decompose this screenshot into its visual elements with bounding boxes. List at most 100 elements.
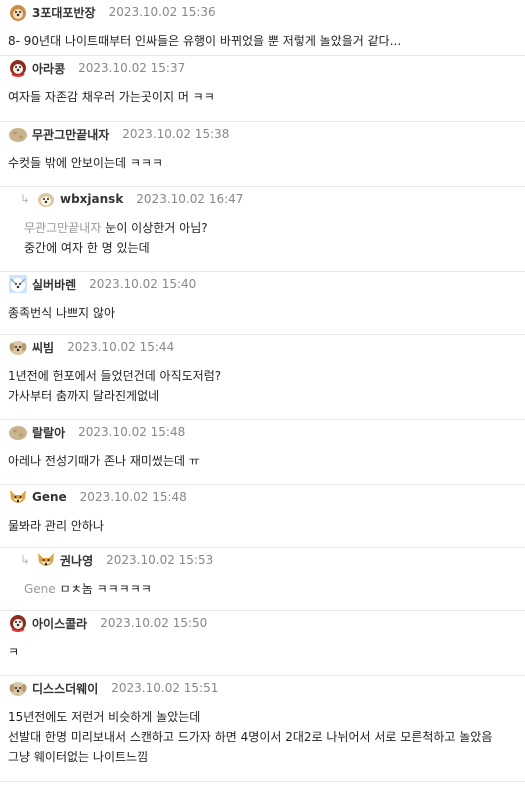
- avatar-icon[interactable]: [8, 487, 28, 507]
- comment-header: 실버바렌 2023.10.02 15:40: [8, 272, 517, 295]
- comment-nickname[interactable]: 씨빔: [32, 339, 54, 356]
- comment-text-line: 종족번식 나쁘지 않아: [8, 303, 517, 323]
- comment-body: 물봐라 관리 안하나: [8, 516, 517, 536]
- reply-comment: ↳ wbxjansk 2023.10.02 16:47 무관그만끝내자 눈이 이상한거 …: [0, 187, 525, 272]
- avatar-icon[interactable]: [8, 2, 28, 22]
- comment: 디스스더웨이 2023.10.02 15:51 15년전에도 저런거 비슷하게 놀았…: [0, 676, 525, 782]
- comment-nickname[interactable]: wbxjansk: [60, 192, 123, 206]
- comment: 아라콩 2023.10.02 15:37 여자들 자존감 채우러 가는곳이지 머 ㅋ…: [0, 56, 525, 122]
- comment-date: 2023.10.02 15:37: [78, 61, 186, 75]
- avatar-icon[interactable]: [8, 58, 28, 78]
- comment-body: 아레나 전성기때가 존나 재미썼는데 ㅠ: [8, 451, 517, 471]
- avatar-icon[interactable]: [8, 124, 28, 144]
- comment-text: 1년전에 헌포에서 들었던건데 아직도저럼?: [8, 369, 222, 383]
- avatar-icon[interactable]: [8, 274, 28, 294]
- comment-body: 여자들 자존감 채우러 가는곳이지 머 ㅋㅋ: [8, 87, 517, 107]
- comment-nickname[interactable]: 아이스콜라: [32, 615, 87, 632]
- comment-date: 2023.10.02 15:48: [78, 425, 186, 439]
- comment-text-line: 선발대 한명 미리보내서 스캔하고 드가자 하면 4명이서 2대2로 나뉘어서 …: [8, 727, 517, 747]
- comment-header: Gene 2023.10.02 15:48: [8, 485, 517, 508]
- comment-nickname[interactable]: Gene: [32, 490, 67, 504]
- comment-text-line: 수컷들 밖에 안보이는데 ㅋㅋㅋ: [8, 153, 517, 173]
- avatar-icon[interactable]: [8, 678, 28, 698]
- comment: 랄랄아 2023.10.02 15:48 아레나 전성기때가 존나 재미썼는데 ㅠ: [0, 420, 525, 485]
- comment-body: Gene ㅁㅊ놈 ㅋㅋㅋㅋㅋ: [20, 579, 517, 599]
- comment-body: 수컷들 밖에 안보이는데 ㅋㅋㅋ: [8, 153, 517, 173]
- comment-date: 2023.10.02 15:48: [79, 490, 187, 504]
- reply-arrow-icon: ↳: [20, 553, 31, 567]
- comment-nickname[interactable]: 랄랄아: [32, 424, 65, 441]
- comment-text: 가사부터 춤까지 달라진게없네: [8, 389, 160, 403]
- comment-date: 2023.10.02 15:38: [122, 127, 230, 141]
- comment-text-line: 그냥 웨이터없는 나이트느낌: [8, 747, 517, 767]
- comment-text: ㅋ: [8, 645, 20, 659]
- comment-date: 2023.10.02 15:51: [111, 681, 219, 695]
- comment-text-line: Gene ㅁㅊ놈 ㅋㅋㅋㅋㅋ: [24, 579, 517, 599]
- comment-text: 선발대 한명 미리보내서 스캔하고 드가자 하면 4명이서 2대2로 나뉘어서 …: [8, 730, 493, 744]
- comment-nickname[interactable]: 권나영: [60, 552, 93, 569]
- comment-text-line: 아레나 전성기때가 존나 재미썼는데 ㅠ: [8, 451, 517, 471]
- comment-nickname[interactable]: 디스스더웨이: [32, 680, 98, 697]
- comment-nickname[interactable]: 아라콩: [32, 60, 65, 77]
- comment-text-line: 8- 90년대 나이트때부터 인싸들은 유행이 바뀌었을 뿐 저렇게 놀았을거 …: [8, 31, 517, 51]
- comment-text-line: 15년전에도 저런거 비슷하게 놀았는데: [8, 707, 517, 727]
- comment-header: 3포대포반장 2023.10.02 15:36: [8, 0, 517, 23]
- comment-text: 눈이 이상한거 아님?: [105, 221, 208, 235]
- comment-list: 3포대포반장 2023.10.02 15:36 8- 90년대 나이트때부터 인싸들…: [0, 0, 525, 782]
- comment-body: 종족번식 나쁘지 않아: [8, 303, 517, 323]
- comment-header: ↳ 권나영 2023.10.02 15:53: [20, 548, 517, 571]
- comment-text: 여자들 자존감 채우러 가는곳이지 머 ㅋㅋ: [8, 90, 215, 104]
- comment: 실버바렌 2023.10.02 15:40 종족번식 나쁘지 않아: [0, 272, 525, 335]
- comment-date: 2023.10.02 15:44: [67, 340, 175, 354]
- avatar-icon[interactable]: [8, 422, 28, 442]
- comment-header: 랄랄아 2023.10.02 15:48: [8, 420, 517, 443]
- comment-date: 2023.10.02 15:40: [89, 277, 197, 291]
- comment-text: 중간에 여자 한 명 있는데: [24, 241, 150, 255]
- comment-text-line: 무관그만끝내자 눈이 이상한거 아님?: [24, 218, 517, 238]
- comment-text: 8- 90년대 나이트때부터 인싸들은 유행이 바뀌었을 뿐 저렇게 놀았을거 …: [8, 34, 402, 48]
- comment-header: 아이스콜라 2023.10.02 15:50: [8, 611, 517, 634]
- comment-header: 씨빔 2023.10.02 15:44: [8, 335, 517, 358]
- comment-date: 2023.10.02 16:47: [136, 192, 244, 206]
- comment-text: 수컷들 밖에 안보이는데 ㅋㅋㅋ: [8, 156, 163, 170]
- comment-header: ↳ wbxjansk 2023.10.02 16:47: [20, 187, 517, 210]
- reply-arrow-icon: ↳: [20, 192, 31, 206]
- mention-nickname[interactable]: Gene: [24, 582, 56, 596]
- comment-text-line: 가사부터 춤까지 달라진게없네: [8, 386, 517, 406]
- mention-nickname[interactable]: 무관그만끝내자: [24, 221, 101, 235]
- comment-nickname[interactable]: 무관그만끝내자: [32, 126, 109, 143]
- comment-nickname[interactable]: 3포대포반장: [32, 4, 96, 21]
- comment-text: 물봐라 관리 안하나: [8, 519, 104, 533]
- comment-text-line: ㅋ: [8, 642, 517, 662]
- comment-header: 무관그만끝내자 2023.10.02 15:38: [8, 122, 517, 145]
- comment-date: 2023.10.02 15:53: [106, 553, 214, 567]
- comment: Gene 2023.10.02 15:48 물봐라 관리 안하나: [0, 485, 525, 548]
- avatar-icon[interactable]: [36, 189, 56, 209]
- comment-text-line: 1년전에 헌포에서 들었던건데 아직도저럼?: [8, 366, 517, 386]
- comment-body: 8- 90년대 나이트때부터 인싸들은 유행이 바뀌었을 뿐 저렇게 놀았을거 …: [8, 31, 517, 51]
- comment-text: 15년전에도 저런거 비슷하게 놀았는데: [8, 710, 201, 724]
- comment-text: ㅁㅊ놈 ㅋㅋㅋㅋㅋ: [59, 582, 152, 596]
- avatar-icon[interactable]: [8, 613, 28, 633]
- comment-body: 15년전에도 저런거 비슷하게 놀았는데선발대 한명 미리보내서 스캔하고 드가…: [8, 707, 517, 767]
- reply-comment: ↳ 권나영 2023.10.02 15:53 Gene ㅁㅊ놈 ㅋㅋㅋㅋㅋ: [0, 548, 525, 611]
- comment-text-line: 여자들 자존감 채우러 가는곳이지 머 ㅋㅋ: [8, 87, 517, 107]
- comment-body: 1년전에 헌포에서 들었던건데 아직도저럼? 가사부터 춤까지 달라진게없네: [8, 366, 517, 406]
- comment: 씨빔 2023.10.02 15:44 1년전에 헌포에서 들었던건데 아직도저럼?…: [0, 335, 525, 420]
- comment: 무관그만끝내자 2023.10.02 15:38 수컷들 밖에 안보이는데 ㅋㅋㅋ: [0, 122, 525, 187]
- comment-body: 무관그만끝내자 눈이 이상한거 아님? 중간에 여자 한 명 있는데: [20, 218, 517, 258]
- comment-header: 디스스더웨이 2023.10.02 15:51: [8, 676, 517, 699]
- comment-text: 종족번식 나쁘지 않아: [8, 306, 115, 320]
- avatar-icon[interactable]: [36, 550, 56, 570]
- comment-text: 그냥 웨이터없는 나이트느낌: [8, 750, 149, 764]
- comment-text-line: 중간에 여자 한 명 있는데: [24, 238, 517, 258]
- comment-text-line: 물봐라 관리 안하나: [8, 516, 517, 536]
- comment-nickname[interactable]: 실버바렌: [32, 276, 76, 293]
- avatar-icon[interactable]: [8, 337, 28, 357]
- comment-date: 2023.10.02 15:36: [108, 5, 216, 19]
- comment: 3포대포반장 2023.10.02 15:36 8- 90년대 나이트때부터 인싸들…: [0, 0, 525, 56]
- comment-date: 2023.10.02 15:50: [100, 616, 208, 630]
- comment-text: 아레나 전성기때가 존나 재미썼는데 ㅠ: [8, 454, 200, 468]
- comment: 아이스콜라 2023.10.02 15:50 ㅋ: [0, 611, 525, 676]
- comment-header: 아라콩 2023.10.02 15:37: [8, 56, 517, 79]
